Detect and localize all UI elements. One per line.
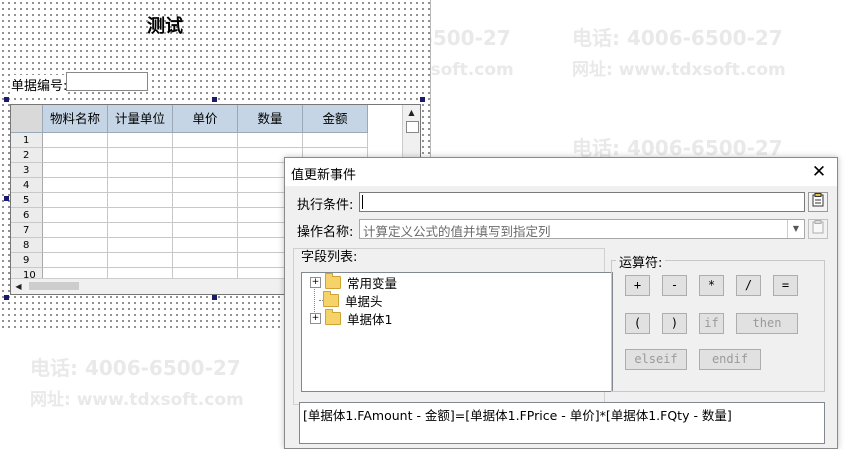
selection-handle[interactable] <box>420 97 425 102</box>
grid-column-header[interactable]: 金额 <box>303 105 368 133</box>
selection-handle[interactable] <box>212 97 217 102</box>
scroll-thumb[interactable] <box>29 282 79 290</box>
grid-cell[interactable] <box>173 238 238 253</box>
operators-label: 运算符: <box>616 252 666 271</box>
folder-icon <box>325 272 341 289</box>
operator-elseif-button[interactable]: elseif <box>625 349 687 370</box>
row-number[interactable]: 4 <box>11 178 43 193</box>
tree-node-common-vars[interactable]: + 常用变量 <box>310 272 397 291</box>
scroll-left-icon[interactable]: ◀ <box>11 279 26 294</box>
operation-label: 操作名称: <box>297 225 354 240</box>
dialog-titlebar[interactable]: 值更新事件 ✕ <box>285 158 837 186</box>
grid-cell[interactable] <box>43 253 108 268</box>
fields-label: 字段列表: <box>301 250 358 265</box>
tree-node-bill-header[interactable]: 单据头 <box>310 290 383 309</box>
grid-cell[interactable] <box>43 133 108 148</box>
grid-corner[interactable] <box>11 105 43 133</box>
grid-cell[interactable] <box>173 253 238 268</box>
operator-plus-button[interactable]: + <box>625 275 650 296</box>
grid-column-header[interactable]: 单价 <box>173 105 238 133</box>
value-update-event-dialog: 值更新事件 ✕ 执行条件: 操作名称: 计算定义公式的值并填写到指定列 ▼ 字段… <box>284 157 838 449</box>
grid-cell[interactable] <box>43 178 108 193</box>
operator-if-button[interactable]: if <box>699 313 724 334</box>
tree-node-bill-body1[interactable]: + 单据体1 <box>310 308 392 327</box>
grid-cell[interactable] <box>43 193 108 208</box>
grid-cell[interactable] <box>173 178 238 193</box>
grid-cell[interactable] <box>43 238 108 253</box>
row-number[interactable]: 6 <box>11 208 43 223</box>
grid-cell[interactable] <box>173 193 238 208</box>
bill-no-input[interactable] <box>66 72 148 91</box>
operator-minus-button[interactable]: - <box>662 275 687 296</box>
operator-lparen-button[interactable]: ( <box>625 313 650 334</box>
grid-cell[interactable] <box>173 163 238 178</box>
form-title[interactable]: 测试 <box>0 12 330 38</box>
selection-handle[interactable] <box>212 295 217 300</box>
watermark: 电话: 4006-6500-27网址: www.tdxsoft.com <box>30 356 244 410</box>
operator-rparen-button[interactable]: ) <box>662 313 687 334</box>
operator-then-button[interactable]: then <box>736 313 798 334</box>
fields-group: 字段列表: + 常用变量 单据头 + 单据体1 <box>293 248 613 405</box>
grid-cell[interactable] <box>108 238 173 253</box>
condition-input[interactable] <box>359 192 805 212</box>
grid-cell[interactable] <box>43 163 108 178</box>
row-number[interactable]: 7 <box>11 223 43 238</box>
row-number[interactable]: 2 <box>11 148 43 163</box>
watermark: 电话: 4006-6500-27网址: www.tdxsoft.com <box>572 26 786 80</box>
clipboard-icon[interactable] <box>808 192 828 212</box>
row-number[interactable]: 5 <box>11 193 43 208</box>
operator-multiply-button[interactable]: * <box>699 275 724 296</box>
formula-editor[interactable]: [单据体1.FAmount - 金额]=[单据体1.FPrice - 单价]*[… <box>299 402 825 444</box>
operator-divide-button[interactable]: / <box>736 275 761 296</box>
operator-equals-button[interactable]: = <box>773 275 798 296</box>
grid-cell[interactable] <box>108 163 173 178</box>
row-number[interactable]: 3 <box>11 163 43 178</box>
scroll-thumb[interactable] <box>406 121 419 133</box>
operation-select[interactable]: 计算定义公式的值并填写到指定列 ▼ <box>359 219 805 239</box>
dialog-title: 值更新事件 <box>291 168 357 183</box>
grid-cell[interactable] <box>43 148 108 163</box>
scroll-up-icon[interactable]: ▲ <box>404 105 419 120</box>
operator-endif-button[interactable]: endif <box>699 349 761 370</box>
grid-cell[interactable] <box>173 133 238 148</box>
bill-no-label[interactable]: 单据编号: <box>11 75 68 94</box>
expand-icon[interactable]: + <box>310 312 321 324</box>
folder-icon <box>325 308 341 325</box>
grid-cell[interactable] <box>108 253 173 268</box>
grid-cell[interactable] <box>43 208 108 223</box>
operators-group: 运算符: + - * / = ( ) if then elseif endif <box>611 252 825 392</box>
text-caret <box>362 195 363 209</box>
grid-cell[interactable] <box>108 133 173 148</box>
grid-header: 物料名称 计量单位 单价 数量 金额 <box>11 105 368 133</box>
grid-column-header[interactable]: 计量单位 <box>108 105 173 133</box>
grid-cell[interactable] <box>303 133 368 148</box>
condition-label: 执行条件: <box>297 198 354 213</box>
grid-cell[interactable] <box>238 133 303 148</box>
grid-cell[interactable] <box>173 148 238 163</box>
grid-column-header[interactable]: 物料名称 <box>43 105 108 133</box>
selection-handle[interactable] <box>4 196 9 201</box>
chevron-down-icon[interactable]: ▼ <box>787 220 804 238</box>
selection-handle[interactable] <box>4 97 9 102</box>
grid-cell[interactable] <box>108 193 173 208</box>
folder-icon <box>323 290 339 307</box>
expand-icon[interactable]: + <box>310 276 321 288</box>
grid-cell[interactable] <box>173 208 238 223</box>
row-number[interactable]: 9 <box>11 253 43 268</box>
grid-cell[interactable] <box>43 223 108 238</box>
formula-text: [单据体1.FAmount - 金额]=[单据体1.FPrice - 单价]*[… <box>303 408 732 423</box>
close-icon[interactable]: ✕ <box>807 161 831 183</box>
field-tree[interactable]: + 常用变量 单据头 + 单据体1 <box>301 272 613 392</box>
grid-cell[interactable] <box>108 148 173 163</box>
selection-handle[interactable] <box>4 295 9 300</box>
row-number[interactable]: 8 <box>11 238 43 253</box>
grid-column-header[interactable]: 数量 <box>238 105 303 133</box>
clipboard-disabled-icon[interactable] <box>808 219 828 239</box>
grid-row[interactable]: 1 <box>11 133 368 148</box>
row-number[interactable]: 1 <box>11 133 43 148</box>
grid-cell[interactable] <box>108 223 173 238</box>
grid-cell[interactable] <box>108 178 173 193</box>
grid-cell[interactable] <box>173 223 238 238</box>
grid-cell[interactable] <box>108 208 173 223</box>
